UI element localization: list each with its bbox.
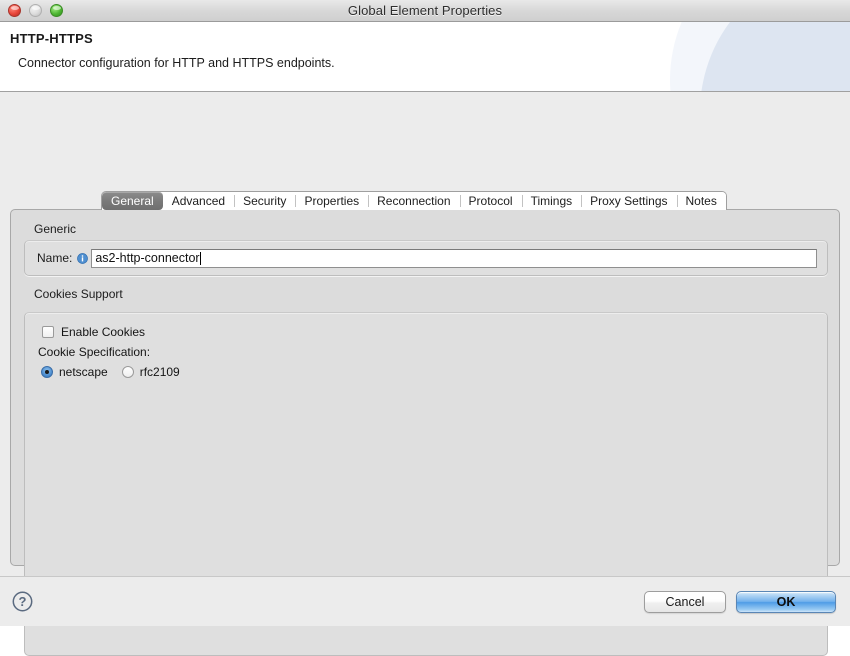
ok-button-label: OK xyxy=(776,594,796,609)
page-description: Connector configuration for HTTP and HTT… xyxy=(18,56,335,70)
tab-label: Notes xyxy=(685,194,717,208)
tab-security[interactable]: Security xyxy=(234,192,296,210)
title-bar: Global Element Properties xyxy=(0,0,850,22)
window-title: Global Element Properties xyxy=(347,3,503,18)
tab-reconnection[interactable]: Reconnection xyxy=(368,192,460,210)
tab-label: Protocol xyxy=(468,194,513,208)
tab-label: Properties xyxy=(304,194,360,208)
close-button[interactable] xyxy=(8,4,21,17)
enable-cookies-label: Enable Cookies xyxy=(61,325,146,339)
tab-timings[interactable]: Timings xyxy=(521,192,582,210)
tab-advanced[interactable]: Advanced xyxy=(162,192,235,210)
cancel-button-label: Cancel xyxy=(665,594,705,609)
radio-rfc2109[interactable] xyxy=(121,366,134,378)
tab-proxy-settings[interactable]: Proxy Settings xyxy=(581,192,677,210)
dialog-window: Global Element Properties HTTP-HTTPS Con… xyxy=(0,0,850,656)
text-caret xyxy=(199,251,201,265)
tab-label: Proxy Settings xyxy=(590,194,668,208)
svg-text:?: ? xyxy=(19,594,27,609)
name-input-value: as2-http-connector xyxy=(95,251,200,265)
generic-group-label: Generic xyxy=(34,222,77,236)
tab-general[interactable]: General xyxy=(102,192,163,210)
info-icon[interactable] xyxy=(77,252,89,264)
radio-rfc2109-label: rfc2109 xyxy=(139,365,180,379)
tab-properties[interactable]: Properties xyxy=(295,192,369,210)
tab-label: Advanced xyxy=(171,194,226,208)
tab-label: Reconnection xyxy=(377,194,451,208)
window-controls xyxy=(8,4,63,17)
tab-bar: General Advanced Security Properties Rec… xyxy=(101,191,727,210)
dialog-footer: ? Cancel OK xyxy=(0,576,850,626)
ok-button[interactable]: OK xyxy=(736,590,836,613)
cookie-specification-radio-group: netscape rfc2109 xyxy=(41,365,817,379)
tab-label: Security xyxy=(243,194,287,208)
radio-netscape-label: netscape xyxy=(59,365,108,379)
help-icon[interactable]: ? xyxy=(12,591,33,612)
tab-label: Timings xyxy=(530,194,573,208)
name-label: Name: xyxy=(37,251,73,265)
enable-cookies-row[interactable]: Enable Cookies xyxy=(42,325,817,339)
minimize-button[interactable] xyxy=(29,4,42,17)
tab-protocol[interactable]: Protocol xyxy=(459,192,522,210)
tab-panel-general: Generic Name: as2-http-connector Cookies… xyxy=(10,209,840,656)
dialog-header: HTTP-HTTPS Connector configuration for H… xyxy=(0,22,850,92)
tab-notes[interactable]: Notes xyxy=(676,192,726,210)
tab-label: General xyxy=(111,194,154,208)
generic-group: Name: as2-http-connector xyxy=(24,240,828,276)
radio-netscape[interactable] xyxy=(41,366,53,378)
enable-cookies-checkbox[interactable] xyxy=(42,326,54,338)
cookies-group-label: Cookies Support xyxy=(34,287,123,301)
page-title: HTTP-HTTPS xyxy=(10,31,93,46)
cancel-button[interactable]: Cancel xyxy=(644,590,726,613)
zoom-button[interactable] xyxy=(50,4,63,17)
cookie-specification-label: Cookie Specification: xyxy=(38,345,151,359)
name-input[interactable]: as2-http-connector xyxy=(91,248,817,268)
dialog-body: General Advanced Security Properties Rec… xyxy=(0,92,850,656)
